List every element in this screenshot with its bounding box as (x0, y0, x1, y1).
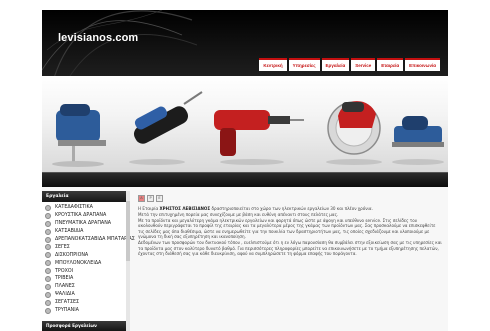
sidebar-item-screwdrivers[interactable]: ΚΑΤΣΑΒΙΔΙΑ (42, 228, 130, 236)
bullet-icon (45, 307, 51, 314)
content-area: Εργαλεία ΚΑΤΕΔΑΦΙΣΤΙΚΑ ΚΡΟΥΣΤΙΚΑ ΔΡΑΠΑΝΑ… (42, 187, 448, 331)
sidebar-item-pneumatic-drills[interactable]: ΠΝΕΥΜΑΤΙΚΑ ΔΡΑΠΑΝΑ (42, 220, 130, 228)
bullet-icon (45, 252, 51, 259)
sidebar-item-jigsaws[interactable]: ΣΕΓΕΣ (42, 243, 130, 251)
rotary-hammer-image (214, 110, 304, 165)
circular-saw-image (326, 101, 382, 165)
tools-banner (42, 76, 448, 172)
divider-bar (42, 172, 448, 187)
tools-banner-image (52, 91, 444, 167)
sidebar-item-demolition[interactable]: ΚΑΤΕΔΑΦΙΣΤΙΚΑ (42, 204, 130, 212)
pdf-icon[interactable]: A (138, 195, 145, 202)
site-logo[interactable]: levisianos.com (58, 32, 138, 44)
jigsaw-image (52, 104, 106, 167)
header: levisianos.com Κεντρική Υπηρεσίες Εργαλε… (42, 10, 448, 76)
nav-item-services[interactable]: Υπηρεσίες (288, 58, 320, 71)
bullet-icon (45, 268, 51, 275)
nav-item-service[interactable]: Service (351, 58, 376, 71)
bullet-icon (45, 283, 51, 290)
sidebar-item-drills[interactable]: ΤΡΥΠΑΝΙΑ (42, 307, 130, 315)
article-tools: A P E (138, 195, 442, 202)
bullet-icon (45, 291, 51, 298)
sidebar-scrollbar[interactable] (126, 191, 130, 331)
sidebar-item-circular-saws[interactable]: ΔΙΣΚΟΠΡΙΟΝΑ (42, 251, 130, 259)
nav-item-company[interactable]: Εταιρεία (377, 58, 404, 71)
category-list: ΚΑΤΕΔΑΦΙΣΤΙΚΑ ΚΡΟΥΣΤΙΚΑ ΔΡΑΠΑΝΑ ΠΝΕΥΜΑΤΙ… (42, 202, 135, 315)
paragraph-2: Μετά την επιτυχημένη πορεία μας συνεχίζο… (138, 212, 339, 217)
page: levisianos.com Κεντρική Υπηρεσίες Εργαλε… (42, 10, 448, 331)
bullet-icon (45, 228, 51, 235)
sidebar-item-battery-drills[interactable]: ΔΡΕΠΑΝΟΚΑΤΣΑΒΙΔΑ ΜΠΑΤΑΡΙΑΣ (42, 236, 135, 244)
planer-image (392, 116, 444, 165)
bullet-icon (45, 260, 51, 267)
print-icon[interactable]: P (147, 195, 154, 202)
sidebar-item-sabre-saws[interactable]: ΣΕΓΑΤΣΕΣ (42, 299, 130, 307)
cordless-drill-image (129, 91, 203, 165)
bullet-icon (45, 299, 51, 306)
paragraph-3: Με τα προϊόντα και μεγαλύτερη γκάμα ηλεκ… (138, 218, 436, 240)
sidebar-title: Εργαλεία (42, 191, 130, 202)
sidebar-item-shears[interactable]: ΨΑΛΙΔΙΑ (42, 291, 130, 299)
bullet-icon (45, 212, 51, 219)
nav-item-contact[interactable]: Επικοινωνία (405, 58, 440, 71)
sidebar: Εργαλεία ΚΑΤΕΔΑΦΙΣΤΙΚΑ ΚΡΟΥΣΤΙΚΑ ΔΡΑΠΑΝΑ… (42, 191, 135, 331)
email-icon[interactable]: E (156, 195, 163, 202)
bullet-icon (45, 236, 51, 243)
bullet-icon (45, 220, 51, 227)
sidebar-offers-link[interactable]: Προσφορά Εργαλείων (42, 321, 130, 331)
sidebar-item-hammer-drills[interactable]: ΚΡΟΥΣΤΙΚΑ ΔΡΑΠΑΝΑ (42, 212, 130, 220)
nav-item-tools[interactable]: Εργαλεία (321, 58, 350, 71)
main-nav: Κεντρική Υπηρεσίες Εργαλεία Service Εται… (259, 58, 440, 71)
scrollbar-thumb[interactable] (126, 201, 130, 261)
sidebar-item-grinders[interactable]: ΤΡΟΧΟΙ (42, 267, 130, 275)
main-content: A P E Η Εταιρία ΧΡΗΣΤΟΣ ΛΕΒΙΣΙΑΝΟΣ δραστ… (138, 195, 442, 257)
nav-item-home[interactable]: Κεντρική (259, 58, 287, 71)
intro-paragraph: Η Εταιρία ΧΡΗΣΤΟΣ ΛΕΒΙΣΙΑΝΟΣ δραστηριοπο… (138, 206, 373, 211)
bullet-icon (45, 204, 51, 211)
company-name: ΧΡΗΣΤΟΣ ΛΕΒΙΣΙΑΝΟΣ (159, 206, 211, 211)
bullet-icon (45, 244, 51, 251)
sidebar-item-sanders[interactable]: ΤΡΙΒΕΙΑ (42, 275, 130, 283)
sidebar-item-impact-wrenches[interactable]: ΜΠΟΥΛΟΝΟΚΛΕΙΔΑ (42, 259, 130, 267)
bullet-icon (45, 275, 51, 282)
paragraph-4: Δεδομένων των προσφορών του δικτυακού τό… (138, 240, 442, 257)
sidebar-item-planers[interactable]: ΠΛΑΝΕΣ (42, 283, 130, 291)
